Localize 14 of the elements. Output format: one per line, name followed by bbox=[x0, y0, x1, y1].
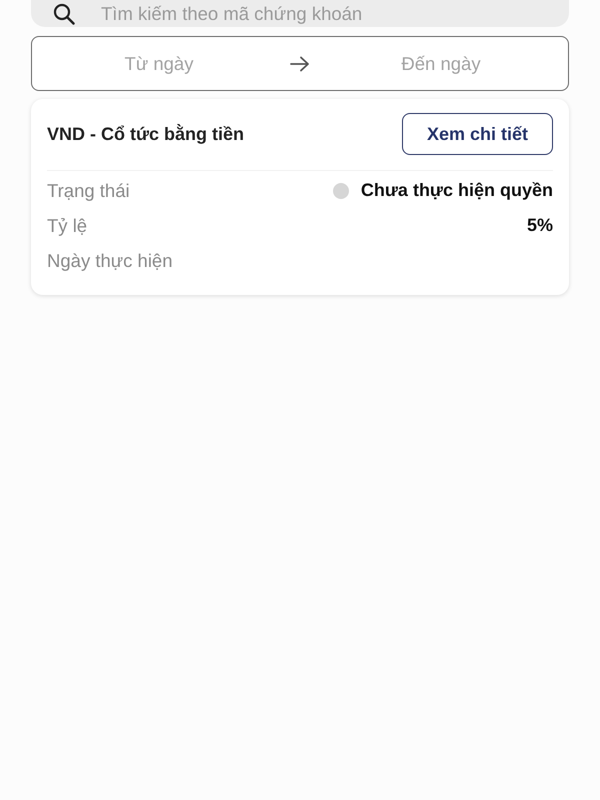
arrow-icon bbox=[290, 56, 310, 72]
search-icon bbox=[53, 2, 75, 24]
view-details-button[interactable]: Xem chi tiết bbox=[402, 113, 553, 155]
to-date-field[interactable]: Đến ngày bbox=[330, 48, 552, 78]
status-value: Chưa thực hiện quyền bbox=[360, 180, 553, 201]
search-field[interactable]: Tìm kiếm theo mã chứng khoán bbox=[31, 0, 569, 27]
search-input[interactable]: Tìm kiếm theo mã chứng khoán bbox=[101, 2, 553, 24]
field-value: 5% bbox=[526, 215, 553, 236]
field-label: Tỷ lệ bbox=[47, 214, 88, 236]
field-label: Ngày thực hiện bbox=[47, 250, 173, 272]
field-label: Trạng thái bbox=[47, 180, 130, 202]
from-date-field[interactable]: Từ ngày bbox=[48, 48, 270, 78]
date-range-field[interactable]: Từ ngày Đến ngày bbox=[31, 36, 569, 91]
event-title: VND - Cổ tức bằng tiền bbox=[47, 124, 244, 144]
